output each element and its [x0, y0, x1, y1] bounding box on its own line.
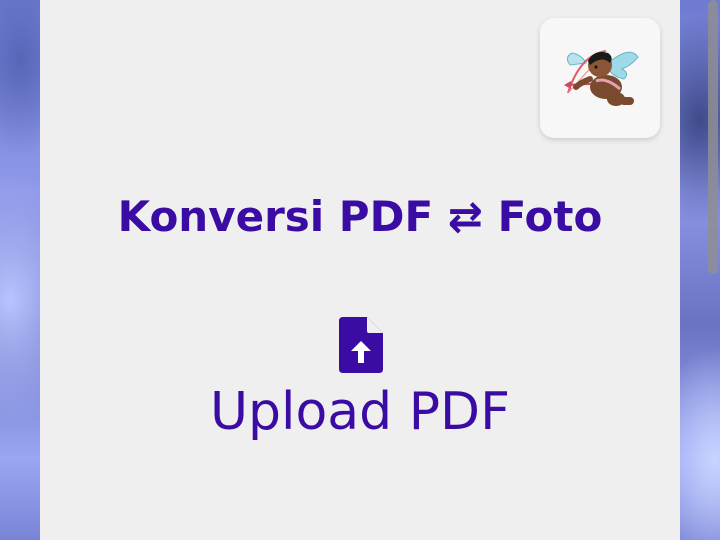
- upload-pdf-button[interactable]: Upload PDF: [160, 310, 560, 460]
- upload-label: Upload PDF: [209, 382, 511, 442]
- file-upload-icon: [339, 317, 383, 373]
- page-title: Konversi PDF ⇄ Foto: [117, 192, 603, 241]
- page-scrollbar[interactable]: [708, 0, 718, 274]
- converter-card: Konversi PDF ⇄ Foto Upload PDF: [40, 0, 680, 540]
- avatar-button[interactable]: [540, 18, 660, 138]
- cupid-icon: [564, 50, 639, 106]
